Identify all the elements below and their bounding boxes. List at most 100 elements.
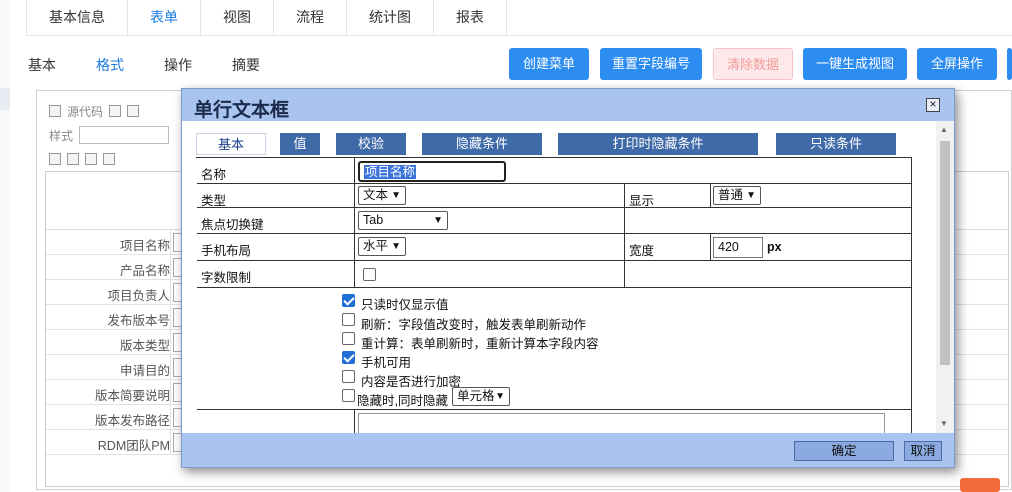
field-label: 版本类型 [119,339,170,353]
field-label: 项目负责人 [107,289,170,303]
name-input[interactable]: 项目名称 [358,161,506,182]
mobile-available-checkbox[interactable] [342,351,355,364]
recalculate-checkbox[interactable] [342,332,355,345]
sub-tabs: 基本 格式 操作 摘要 [28,55,300,75]
display-value-cell: 普通 ▼ [711,184,912,208]
hide-with-label: 隐藏时,同时隐藏 [357,394,448,408]
cancel-button[interactable]: 取消 [904,441,942,461]
width-input[interactable]: 420 [713,237,763,258]
dialog-title: 单行文本框 [194,100,290,121]
dialog-tab-value[interactable]: 值 [280,133,320,155]
dialog-body: 基本 值 校验 隐藏条件 打印时隐藏条件 只读条件 名称 项目名称 类型 文本 ▼… [182,121,954,433]
dialog-tab-basic[interactable]: 基本 [196,133,266,155]
focus-key-select[interactable]: Tab ▼ [358,211,448,230]
tab-basic-info[interactable]: 基本信息 [26,0,128,36]
field-label: RDM团队PM [97,439,170,453]
fullscreen-button[interactable]: 全屏操作 [917,48,997,80]
grid-control-icon[interactable] [103,153,115,165]
dialog-tab-hide-condition[interactable]: 隐藏条件 [422,133,542,155]
clear-data-button[interactable]: 清除数据 [713,48,793,80]
tab-chart[interactable]: 统计图 [347,0,434,36]
subtab-summary[interactable]: 摘要 [232,55,260,75]
dialog-footer: 确定 取消 [182,433,954,467]
create-menu-button[interactable]: 创建菜单 [509,48,589,80]
search-icon[interactable] [127,105,140,117]
field-label: 产品名称 [119,264,170,278]
generate-view-button[interactable]: 一键生成视图 [803,48,907,80]
char-limit-value-cell [355,261,625,288]
mobile-available-label: 手机可用 [361,356,412,370]
mobile-layout-select[interactable]: 水平 ▼ [358,237,406,256]
empty-cell [625,208,912,234]
dialog-tab-readonly-condition[interactable]: 只读条件 [776,133,896,155]
source-icon[interactable] [49,105,61,117]
readonly-show-value-label: 只读时仅显示值 [361,298,449,312]
radio-control-icon[interactable] [67,153,79,165]
char-limit-checkbox[interactable] [363,268,376,281]
dialog-tab-validation[interactable]: 校验 [336,133,406,155]
editor-toolbar-row-3 [49,149,115,169]
mobile-layout-label-cell: 手机布局 [197,234,355,261]
readonly-show-value-checkbox[interactable] [342,294,355,307]
display-label-cell: 显示 [625,184,711,208]
properties-grid: 名称 项目名称 类型 文本 ▼ 显示 普通 ▼ 焦点切换键 Tab ▼ 手机布局 水平… [196,157,912,433]
copy-icon[interactable] [109,105,122,117]
subtab-operation[interactable]: 操作 [164,55,192,75]
scrollbar-thumb[interactable] [940,141,950,365]
textfield-control-icon[interactable] [85,153,97,165]
width-unit: px [767,240,782,254]
hide-with-select[interactable]: 单元格 ▼ [452,387,510,406]
field-label: 版本简要说明 [94,389,170,403]
tab-flow[interactable]: 流程 [274,0,347,36]
left-strip-highlight [0,88,10,110]
width-label-cell: 宽度 [625,234,711,261]
mobile-layout-value-cell: 水平 ▼ [355,234,625,261]
subtab-format[interactable]: 格式 [96,55,124,75]
scroll-down-icon[interactable]: ▼ [940,419,948,428]
type-label-cell: 类型 [197,184,355,208]
tab-form[interactable]: 表单 [128,0,201,36]
ok-button[interactable]: 确定 [794,441,894,461]
hide-with-checkbox[interactable] [342,389,355,402]
extra-value-cell [355,410,912,433]
options-cell: 只读时仅显示值 刷新：字段值改变时，触发表单刷新动作 重计算：表单刷新时，重新计… [197,288,912,410]
refresh-checkbox[interactable] [342,313,355,326]
subtab-basic[interactable]: 基本 [28,55,56,75]
field-properties-dialog: 单行文本框 × 基本 值 校验 隐藏条件 打印时隐藏条件 只读条件 名称 项目名… [181,88,955,468]
type-select[interactable]: 文本 ▼ [358,186,406,205]
tab-view[interactable]: 视图 [201,0,274,36]
reset-field-number-button[interactable]: 重置字段编号 [600,48,702,80]
style-label: 样式 [49,128,74,143]
source-label[interactable]: 源代码 [67,103,103,120]
editor-toolbar-row-1: 源代码 [49,101,140,121]
more-button[interactable] [1007,48,1012,80]
name-value-cell: 项目名称 [355,158,912,184]
description-textarea[interactable] [358,413,885,433]
dialog-scrollbar[interactable]: ▲ ▼ [936,121,954,433]
field-label: 发布版本号 [107,314,170,328]
encrypt-checkbox[interactable] [342,370,355,383]
left-strip [0,0,10,492]
field-label: 申请目的 [119,364,170,378]
dialog-tab-print-hide-condition[interactable]: 打印时隐藏条件 [558,133,758,155]
editor-toolbar-row-2: 样式 [49,125,170,145]
empty-cell [625,261,912,288]
recalculate-label: 重计算：表单刷新时，重新计算本字段内容 [361,337,599,351]
style-select[interactable] [79,126,170,144]
focus-key-label-cell: 焦点切换键 [197,208,355,234]
field-label: 版本发布路径 [94,414,170,428]
display-select[interactable]: 普通 ▼ [713,186,761,205]
top-tabs: 基本信息 表单 视图 流程 统计图 报表 [26,0,1012,36]
width-value-cell: 420 px [711,234,912,261]
type-value-cell: 文本 ▼ [355,184,625,208]
extra-label-cell [197,410,355,433]
scroll-up-icon[interactable]: ▲ [940,125,948,134]
focus-key-value-cell: Tab ▼ [355,208,625,234]
close-icon[interactable]: × [926,98,940,112]
field-label: 项目名称 [119,239,170,253]
refresh-label: 刷新：字段值改变时，触发表单刷新动作 [361,318,587,332]
tab-report[interactable]: 报表 [434,0,507,36]
checkbox-control-icon[interactable] [49,153,61,165]
logo-icon [960,478,1000,492]
dialog-titlebar[interactable]: 单行文本框 × [182,89,954,121]
